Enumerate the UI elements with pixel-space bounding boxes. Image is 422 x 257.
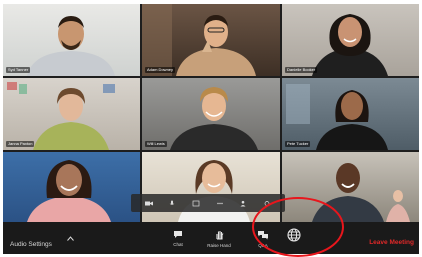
- audio-settings-label[interactable]: Audio Settings: [10, 241, 52, 248]
- raise-hand-button[interactable]: Raise Hand: [201, 222, 237, 254]
- participant-name: Adam Downey: [145, 67, 176, 73]
- participant-name: Pete Tucker: [285, 141, 311, 147]
- video-tile[interactable]: [3, 152, 140, 222]
- participant-name: Janna Paxton: [6, 141, 35, 147]
- video-tile[interactable]: Adam Downey: [142, 4, 280, 76]
- raise-hand-label: Raise Hand: [207, 243, 231, 248]
- video-grid: Syd Tanner Adam Downey Danielle Booker J…: [3, 4, 419, 222]
- participants-icon[interactable]: [239, 200, 247, 207]
- highlight-circle: [252, 197, 344, 257]
- share-icon[interactable]: [192, 200, 200, 207]
- participant-name: Syd Tanner: [6, 67, 31, 73]
- participant-name: Will Lewis: [145, 141, 167, 147]
- chat-bubble-icon: [174, 231, 182, 238]
- meeting-window: Syd Tanner Adam Downey Danielle Booker J…: [3, 4, 419, 254]
- camera-icon[interactable]: [144, 200, 153, 207]
- video-tile[interactable]: Will Lewis: [142, 78, 280, 150]
- microphone-icon[interactable]: [168, 200, 176, 207]
- chat-label: Chat: [173, 242, 183, 247]
- meeting-toolbar: Audio Settings Chat Raise Hand Q&A Leave…: [3, 222, 419, 254]
- video-tile[interactable]: Danielle Booker: [282, 4, 419, 76]
- video-tile[interactable]: Pete Tucker: [282, 78, 419, 150]
- video-tile[interactable]: Janna Paxton: [3, 78, 140, 150]
- leave-meeting-button[interactable]: Leave Meeting: [369, 239, 414, 246]
- chevron-up-icon[interactable]: [67, 236, 74, 241]
- video-tile[interactable]: Syd Tanner: [3, 4, 140, 76]
- chat-button[interactable]: Chat: [167, 222, 189, 254]
- participant-name: Danielle Booker: [285, 67, 318, 73]
- more-icon[interactable]: [216, 200, 224, 207]
- hand-icon: [215, 231, 223, 240]
